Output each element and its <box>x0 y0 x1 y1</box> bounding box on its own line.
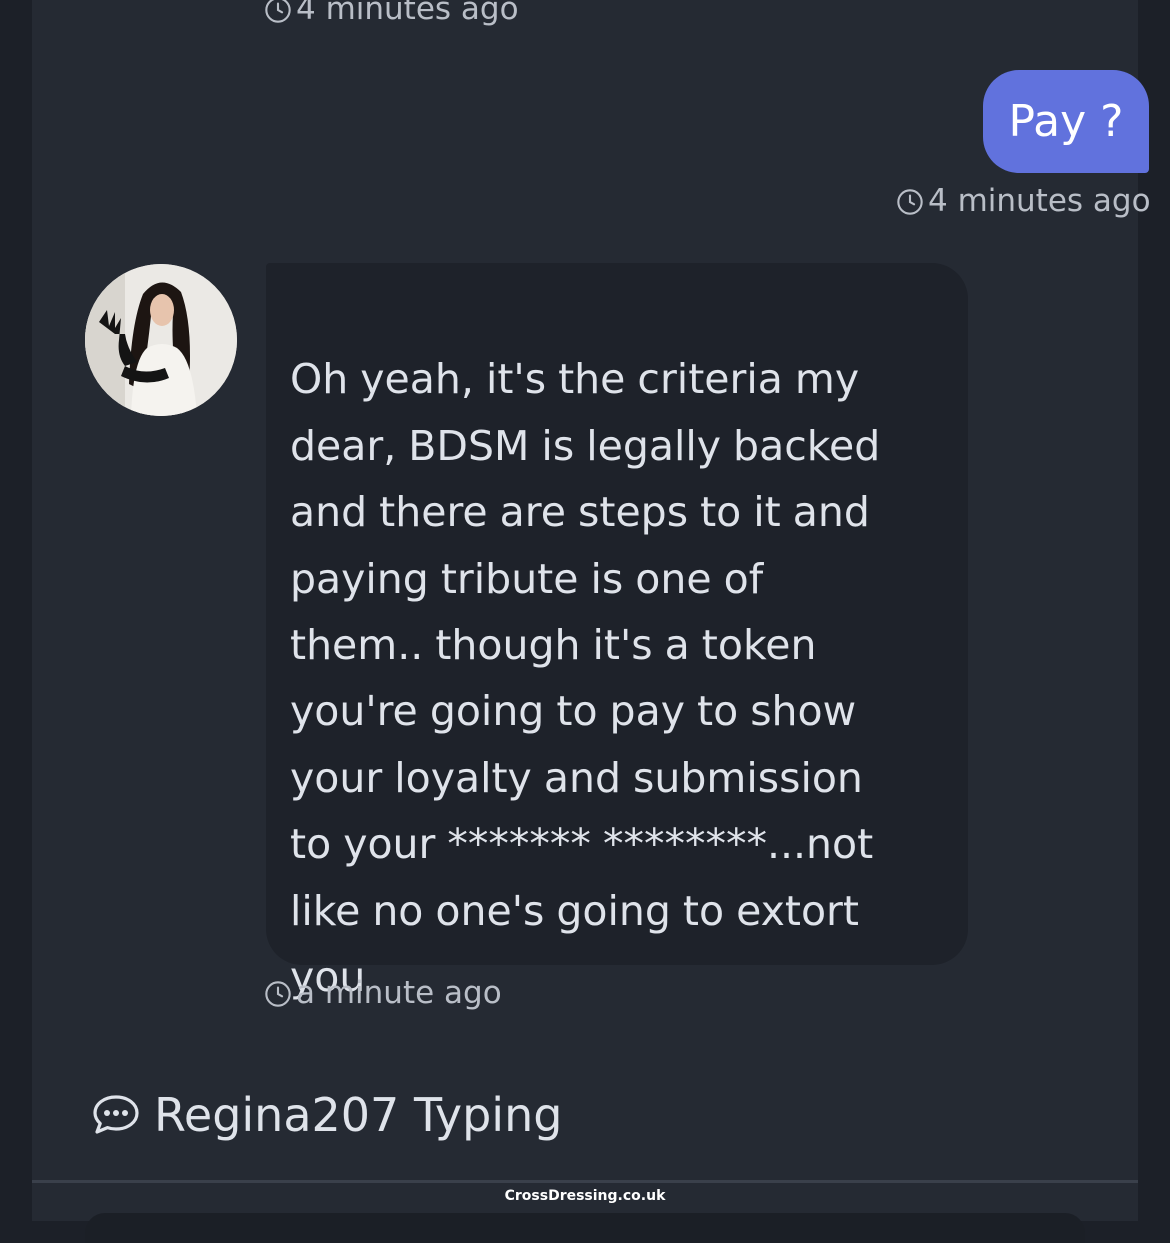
avatar[interactable] <box>85 264 237 416</box>
divider <box>32 1180 1138 1183</box>
chat-panel: 4 minutes ago Pay ? 4 minutes ago Oh yea… <box>32 0 1151 1221</box>
sent-message-bubble[interactable]: Pay ? <box>983 70 1149 173</box>
clock-icon <box>265 0 291 23</box>
clock-icon <box>897 188 923 215</box>
avatar-image <box>85 264 237 416</box>
sent-message-text: Pay ? <box>1008 96 1124 147</box>
timestamp-text: a minute ago <box>296 975 502 1011</box>
timestamp-text: 4 minutes ago <box>296 0 519 27</box>
previous-message-timestamp: 4 minutes ago <box>264 0 519 25</box>
received-message-text: Oh yeah, it's the criteria my dear, BDSM… <box>290 355 881 1002</box>
clock-icon <box>265 980 291 1007</box>
received-message-bubble[interactable]: Oh yeah, it's the criteria my dear, BDSM… <box>266 263 968 1001</box>
typing-indicator: Regina207 Typing <box>92 1088 562 1142</box>
timestamp-text: 4 minutes ago <box>928 183 1151 219</box>
received-message-timestamp: a minute ago <box>264 978 502 1009</box>
message-input-edge[interactable] <box>85 1213 1085 1243</box>
sent-message-timestamp: 4 minutes ago <box>896 186 1151 217</box>
watermark: CrossDressing.co.uk <box>504 1188 666 1204</box>
typing-indicator-text: Regina207 Typing <box>154 1088 563 1142</box>
chat-bubble-icon <box>93 1095 139 1134</box>
